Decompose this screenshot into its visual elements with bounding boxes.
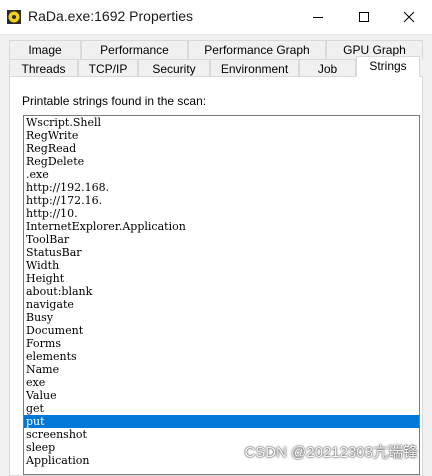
tab-performance[interactable]: Performance <box>81 40 188 59</box>
list-item[interactable]: screenshot <box>24 428 419 441</box>
strings-listbox[interactable]: Wscript.Shell RegWrite RegRead RegDelete .ex… <box>23 115 420 475</box>
list-item[interactable]: about:blank <box>24 285 419 298</box>
tab-image[interactable]: Image <box>9 40 81 59</box>
close-button[interactable] <box>386 0 432 34</box>
list-item[interactable]: Forms <box>24 337 419 350</box>
list-item[interactable]: Value <box>24 389 419 402</box>
list-item[interactable]: InternetExplorer.Application <box>24 220 419 233</box>
list-item[interactable]: http://10. <box>24 207 419 220</box>
list-item[interactable]: Wscript.Shell <box>24 116 419 129</box>
window-title: RaDa.exe:1692 Properties <box>28 8 193 24</box>
app-icon <box>7 10 21 24</box>
list-item[interactable]: http://192.168. <box>24 181 419 194</box>
close-icon <box>403 11 415 23</box>
list-item[interactable]: Document <box>24 324 419 337</box>
list-item[interactable]: Name <box>24 363 419 376</box>
list-item[interactable]: StatusBar <box>24 246 419 259</box>
list-item[interactable]: .exe <box>24 168 419 181</box>
minimize-icon <box>313 17 323 18</box>
list-item[interactable]: RegWrite <box>24 129 419 142</box>
maximize-icon <box>359 12 369 22</box>
tab-performance-graph[interactable]: Performance Graph <box>188 40 326 59</box>
list-item[interactable]: RegDelete <box>24 155 419 168</box>
list-item[interactable]: put <box>24 415 419 428</box>
list-item[interactable]: http://172.16. <box>24 194 419 207</box>
list-item[interactable]: get <box>24 402 419 415</box>
scan-label: Printable strings found in the scan: <box>22 94 207 108</box>
list-item[interactable]: Height <box>24 272 419 285</box>
list-item[interactable]: ToolBar <box>24 233 419 246</box>
maximize-button[interactable] <box>341 0 387 34</box>
list-item[interactable]: Busy <box>24 311 419 324</box>
tab-strings[interactable]: Strings <box>356 56 420 77</box>
list-item[interactable]: RegRead <box>24 142 419 155</box>
watermark: CSDN @20212303亢瑞锋 <box>244 444 418 461</box>
minimize-button[interactable] <box>295 0 341 34</box>
list-item[interactable]: navigate <box>24 298 419 311</box>
list-item[interactable]: elements <box>24 350 419 363</box>
list-item[interactable]: Width <box>24 259 419 272</box>
title-bar: RaDa.exe:1692 Properties <box>0 0 432 35</box>
strings-panel: Printable strings found in the scan: Wsc… <box>9 76 423 476</box>
list-item[interactable]: exe <box>24 376 419 389</box>
